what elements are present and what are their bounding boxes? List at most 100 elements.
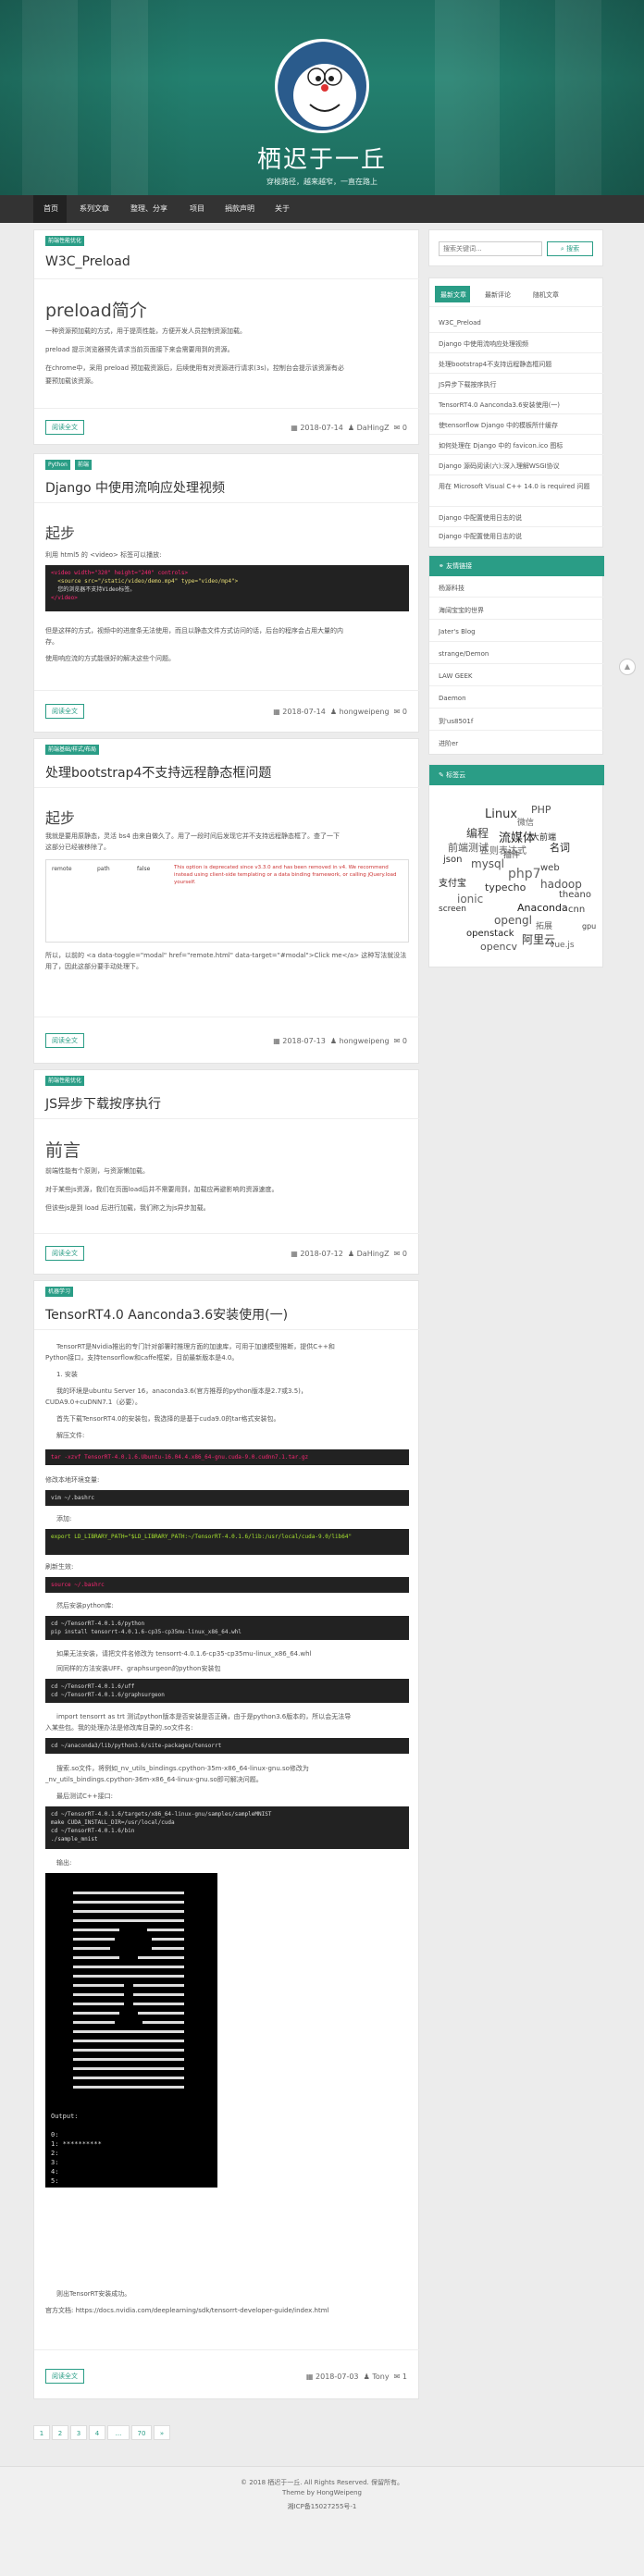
nav-item-about[interactable]: 关于 xyxy=(275,203,290,214)
post-card: Python 前端 Django 中使用流响应处理视频 起步 利用 html5 … xyxy=(33,453,420,733)
recent-post-link[interactable]: 处理bootstrap4不支持远程静态框问题 xyxy=(439,360,551,369)
recent-post-link[interactable]: 用在 Microsoft Visual C++ 14.0 is required… xyxy=(439,482,589,491)
read-more-button[interactable]: 阅读全文 xyxy=(45,2369,84,2384)
page-link[interactable]: 70 xyxy=(131,2425,152,2440)
tag-link[interactable]: mysql xyxy=(471,857,504,870)
read-more-button[interactable]: 阅读全文 xyxy=(45,1246,84,1261)
tag-link[interactable]: json xyxy=(443,855,462,865)
tab-random[interactable]: 随机文章 xyxy=(533,290,559,300)
post-title[interactable]: W3C_Preload xyxy=(45,254,130,269)
post-author[interactable]: DaHingZ xyxy=(357,1250,390,1258)
tag-link[interactable]: 编程 xyxy=(466,825,489,841)
post-tag[interactable]: 前端 xyxy=(75,460,93,470)
next-page-link[interactable]: » xyxy=(154,2425,170,2440)
page-link[interactable]: 2 xyxy=(52,2425,68,2440)
post-tag[interactable]: Python xyxy=(45,460,70,470)
comment-count[interactable]: 0 xyxy=(402,1250,407,1258)
friend-link[interactable]: LAW GEEK xyxy=(439,672,472,680)
tag-link[interactable]: opengl xyxy=(494,914,532,927)
post-tag[interactable]: 前端基础/样式/布局 xyxy=(45,745,100,755)
friend-link[interactable]: 到'us8501f xyxy=(439,717,473,726)
post-author[interactable]: hongweipeng xyxy=(340,1037,390,1045)
tag-link[interactable]: vue.js xyxy=(550,941,575,950)
site-subtitle: 穿梭路径，越来越窄，一直在路上 xyxy=(266,178,378,186)
tab-recent[interactable]: 最新文章 xyxy=(440,290,466,300)
tag-link[interactable]: 拓展 xyxy=(536,919,552,931)
tag-link[interactable]: Anaconda xyxy=(517,902,568,914)
comment-count[interactable]: 1 xyxy=(402,2373,407,2381)
read-more-button[interactable]: 阅读全文 xyxy=(45,420,84,435)
tag-link[interactable]: PHP xyxy=(531,804,551,816)
tag-link[interactable]: php7 xyxy=(508,867,541,881)
post-text: 搜索.so文件，将例如_nv_utils_bindings.cpython-35… xyxy=(56,1765,309,1772)
post-card: 前端性能优化 JS异步下载按序执行 前言 前端性能有个原则，与资源懒加载。 对于… xyxy=(33,1069,420,1275)
nav-item-home[interactable]: 首页 xyxy=(43,203,58,214)
nav-item-share[interactable]: 整理、分享 xyxy=(130,203,167,214)
tag-link[interactable]: theano xyxy=(559,890,591,900)
friend-link[interactable]: strange/Demon xyxy=(439,650,489,658)
post-author[interactable]: hongweipeng xyxy=(340,708,390,716)
divider xyxy=(429,373,604,374)
tag-link[interactable]: opencv xyxy=(480,941,517,953)
post-title[interactable]: Django 中使用流响应处理视频 xyxy=(45,478,225,497)
icp-number[interactable]: 湘ICP备15027255号-1 xyxy=(0,2502,644,2511)
friend-link[interactable]: Daemon xyxy=(439,695,466,702)
recent-post-link[interactable]: 使tensorflow Django 中的模板所什缓存 xyxy=(439,421,558,430)
post-title[interactable]: TensorRT4.0 Aanconda3.6安装使用(一) xyxy=(45,1305,288,1324)
friend-link[interactable]: 进阶er xyxy=(439,739,458,748)
read-more-button[interactable]: 阅读全文 xyxy=(45,704,84,719)
tag-link[interactable]: 插件 xyxy=(503,848,520,860)
tag-link[interactable]: cnn xyxy=(568,905,585,915)
tag-link[interactable]: openstack xyxy=(466,929,514,939)
tag-link[interactable]: screen xyxy=(439,905,466,914)
post-author[interactable]: Tony xyxy=(372,2373,389,2381)
post-title[interactable]: 处理bootstrap4不支持远程静态框问题 xyxy=(45,763,271,782)
tag-link[interactable]: Linux xyxy=(485,807,517,821)
friend-link[interactable]: Jater's Blog xyxy=(439,628,476,635)
tag-link[interactable]: gpu xyxy=(582,922,596,931)
tag-link[interactable]: typecho xyxy=(485,881,526,894)
recent-post-link[interactable]: Django 中配置使用日志的说 xyxy=(439,532,522,541)
post-tag[interactable]: 前端性能优化 xyxy=(45,1076,85,1086)
nav-item-series[interactable]: 系列文章 xyxy=(80,203,109,214)
recent-post-link[interactable]: 如何处理在 Django 中的 favicon.ico 图标 xyxy=(439,441,563,450)
avatar[interactable] xyxy=(275,39,369,133)
code-line: make CUDA_INSTALL_DIR=/usr/local/cuda xyxy=(51,1819,175,1826)
tag-link[interactable]: 支付宝 xyxy=(439,875,466,889)
nav-item-donate[interactable]: 捐款声明 xyxy=(225,203,254,214)
recent-post-link[interactable]: Django 中配置使用日志的说 xyxy=(439,513,522,523)
post-author[interactable]: DaHingZ xyxy=(357,424,390,432)
search-input[interactable] xyxy=(439,241,542,256)
comment-count[interactable]: 0 xyxy=(402,424,407,432)
doc-link[interactable]: 官方文档: https://docs.nvidia.com/deeplearni… xyxy=(45,2306,328,2315)
tag-link[interactable]: 名词 xyxy=(550,840,570,855)
site-title[interactable]: 栖迟于一丘 xyxy=(0,141,644,175)
page-link[interactable]: 4 xyxy=(89,2425,105,2440)
friend-link[interactable]: 杨源科技 xyxy=(439,584,464,593)
post-title[interactable]: JS异步下载按序执行 xyxy=(45,1094,161,1113)
recent-post-link[interactable]: TensorRT4.0 Aanconda3.6安装使用(一) xyxy=(439,401,560,410)
read-more-button[interactable]: 阅读全文 xyxy=(45,1033,84,1048)
friend-link[interactable]: 海阔宝宝的世界 xyxy=(439,606,484,615)
page-link[interactable]: 1 xyxy=(33,2425,50,2440)
post-tag[interactable]: 机器学习 xyxy=(45,1287,74,1297)
comment-count[interactable]: 0 xyxy=(402,1037,407,1045)
tag-link[interactable]: web xyxy=(540,863,560,873)
tab-comments[interactable]: 最新评论 xyxy=(485,290,511,300)
back-to-top-button[interactable]: ▲ xyxy=(619,659,636,675)
page-link[interactable]: 3 xyxy=(70,2425,87,2440)
theme-credit[interactable]: Theme by HongWeipeng xyxy=(0,2489,644,2496)
output-line: 0: xyxy=(51,2131,59,2138)
recent-post-link[interactable]: W3C_Preload xyxy=(439,319,481,327)
comment-count[interactable]: 0 xyxy=(402,708,407,716)
code-line: <source src="/static/video/demo.mp4" typ… xyxy=(51,578,239,585)
output-line: 2: xyxy=(51,2150,59,2157)
tag-link[interactable]: 微信 xyxy=(517,816,534,828)
nav-item-projects[interactable]: 项目 xyxy=(190,203,204,214)
recent-post-link[interactable]: Django 源码阅读(六):深入理解WSGI协议 xyxy=(439,462,560,471)
search-button[interactable]: ⌕ 搜索 xyxy=(547,241,593,256)
post-meta: ▦ 2018-07-14 ♟ DaHingZ ✉ 0 xyxy=(291,424,407,432)
post-tag[interactable]: 前端性能优化 xyxy=(45,236,85,246)
recent-post-link[interactable]: Django 中使用流响应处理视频 xyxy=(439,339,528,349)
recent-post-link[interactable]: JS异步下载按序执行 xyxy=(439,380,497,389)
